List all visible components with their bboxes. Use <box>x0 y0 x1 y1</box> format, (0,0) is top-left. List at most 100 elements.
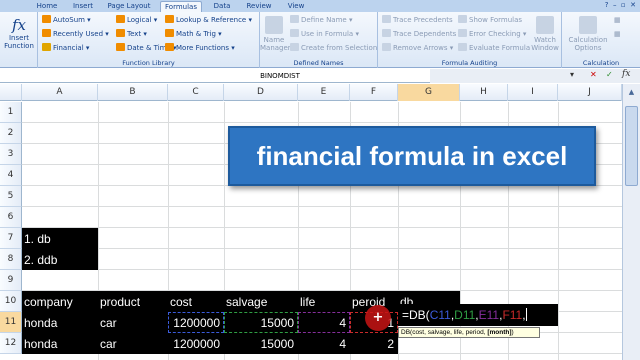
header-life[interactable]: life <box>300 291 315 313</box>
crosshair-icon: + <box>372 310 384 325</box>
recently-used-button[interactable]: Recently Used ▾ <box>42 29 109 40</box>
tab-page-layout[interactable]: Page Layout <box>104 1 154 12</box>
error-checking-label: Error Checking <box>469 30 521 38</box>
watch-window-button[interactable]: Watch Window <box>530 16 560 52</box>
financial-button[interactable]: Financial ▾ <box>42 43 89 54</box>
column-header-c[interactable]: C <box>168 84 224 101</box>
name-manager-button[interactable]: Name Manager <box>260 16 291 52</box>
name-tag-icon <box>265 16 283 34</box>
table-cell[interactable]: honda <box>24 333 57 355</box>
tab-home[interactable]: Home <box>32 1 62 12</box>
dropdown-icon[interactable]: ▾ <box>570 70 574 79</box>
text-label: Text <box>127 30 142 38</box>
row-header-2[interactable]: 2 <box>0 123 22 144</box>
column-header-b[interactable]: B <box>98 84 168 101</box>
column-header-a[interactable]: A <box>22 84 98 101</box>
tab-review[interactable]: Review <box>242 1 276 12</box>
column-header-e[interactable]: E <box>298 84 350 101</box>
active-cell-g11[interactable]: =DB(C11,D11,E11,F11, <box>398 304 558 326</box>
calculation-options-button[interactable]: Calculation Options <box>566 16 610 52</box>
row-header-5[interactable]: 5 <box>0 186 22 207</box>
table-cell[interactable]: honda <box>24 312 57 334</box>
evaluate-formula-button[interactable]: Evaluate Formula <box>458 43 530 54</box>
tab-view[interactable]: View <box>282 1 310 12</box>
logical-button[interactable]: Logical ▾ <box>116 15 157 26</box>
formula-ref-d11: D11 <box>454 308 476 322</box>
row-header-11[interactable]: 11 <box>0 312 22 333</box>
remove-arrows-button[interactable]: Remove Arrows ▾ <box>382 43 453 54</box>
evaluate-icon <box>458 43 467 51</box>
row-header-10[interactable]: 10 <box>0 291 22 312</box>
more-functions-button[interactable]: More Functions ▾ <box>165 43 235 54</box>
header-cost[interactable]: cost <box>170 291 192 313</box>
table-cell[interactable]: 15000 <box>224 333 298 355</box>
table-cell[interactable]: 1200000 <box>168 333 224 355</box>
autosum-button[interactable]: AutoSum ▾ <box>42 15 91 26</box>
list-item-ddb[interactable]: 2. ddb <box>22 249 98 270</box>
insert-function-button[interactable]: fx Insert Function <box>3 16 35 50</box>
row-header-1[interactable]: 1 <box>0 102 22 123</box>
math-trig-button[interactable]: Math & Trig ▾ <box>165 29 222 40</box>
tab-insert[interactable]: Insert <box>68 1 98 12</box>
row-header-12[interactable]: 12 <box>0 333 22 354</box>
row-header-7[interactable]: 7 <box>0 228 22 249</box>
function-library-label: Function Library <box>122 59 175 67</box>
error-checking-button[interactable]: Error Checking ▾ <box>458 29 526 40</box>
row-header-9[interactable]: 9 <box>0 270 22 291</box>
create-from-selection-button[interactable]: Create from Selection <box>290 43 377 54</box>
show-formulas-label: Show Formulas <box>469 16 523 24</box>
vertical-scrollbar[interactable]: ▲ <box>622 84 640 360</box>
function-argument-tooltip[interactable]: DB(cost, salvage, life, period, [month]) <box>398 327 540 338</box>
insert-function-group: fx Insert Function <box>0 12 38 68</box>
table-cell[interactable]: car <box>100 333 117 355</box>
column-header-d[interactable]: D <box>224 84 298 101</box>
calculate-now-icon[interactable]: ▦ <box>614 15 621 26</box>
use-in-formula-button[interactable]: Use in Formula ▾ <box>290 29 359 40</box>
book-icon <box>165 15 174 23</box>
header-company[interactable]: company <box>24 291 73 313</box>
scroll-up-icon[interactable]: ▲ <box>625 88 638 100</box>
show-formulas-button[interactable]: Show Formulas <box>458 15 522 26</box>
column-header-j[interactable]: J <box>558 84 622 101</box>
table-cell[interactable]: car <box>100 312 117 334</box>
minimize-icon[interactable]: – <box>611 1 617 9</box>
gridline <box>22 248 622 249</box>
formula-icon <box>458 15 467 23</box>
column-header-f[interactable]: F <box>350 84 398 101</box>
tab-data[interactable]: Data <box>208 1 236 12</box>
formula-prefix: =DB( <box>402 308 430 322</box>
column-header-g[interactable]: G <box>398 84 460 101</box>
warning-icon <box>458 29 467 37</box>
tab-formulas[interactable]: Formulas <box>160 1 202 12</box>
row-header-3[interactable]: 3 <box>0 144 22 165</box>
text-button[interactable]: Text ▾ <box>116 29 147 40</box>
column-headers: A B C D E F G H I J <box>0 84 640 101</box>
arrow-icon <box>382 29 391 37</box>
define-name-button[interactable]: Define Name ▾ <box>290 15 352 26</box>
cancel-icon[interactable]: ✕ <box>590 70 597 79</box>
list-item-db[interactable]: 1. db <box>22 228 98 249</box>
row-header-8[interactable]: 8 <box>0 249 22 270</box>
ribbon: fx Insert Function AutoSum ▾ Recently Us… <box>0 12 640 68</box>
row-header-6[interactable]: 6 <box>0 207 22 228</box>
column-header-h[interactable]: H <box>460 84 508 101</box>
help-icon[interactable]: ? <box>605 1 609 9</box>
header-salvage[interactable]: salvage <box>226 291 267 313</box>
scrollbar-thumb[interactable] <box>625 106 638 186</box>
column-header-i[interactable]: I <box>508 84 558 101</box>
row-header-4[interactable]: 4 <box>0 165 22 186</box>
fx-icon[interactable]: fx <box>622 69 630 79</box>
name-box[interactable]: BINOMDIST <box>150 71 410 81</box>
window-controls: ? – ▫ ✕ <box>605 1 636 9</box>
restore-icon[interactable]: ▫ <box>619 1 626 9</box>
lookup-reference-button[interactable]: Lookup & Reference ▾ <box>165 15 252 26</box>
trace-dependents-button[interactable]: Trace Dependents <box>382 29 456 40</box>
table-cell[interactable]: 4 <box>298 333 350 355</box>
enter-icon[interactable]: ✓ <box>606 70 613 79</box>
trace-precedents-button[interactable]: Trace Precedents <box>382 15 453 26</box>
table-cell[interactable]: 2 <box>350 333 398 355</box>
close-icon[interactable]: ✕ <box>628 1 636 9</box>
header-product[interactable]: product <box>100 291 140 313</box>
calculate-sheet-icon[interactable]: ▦ <box>614 29 621 40</box>
select-all-corner[interactable] <box>0 84 22 101</box>
